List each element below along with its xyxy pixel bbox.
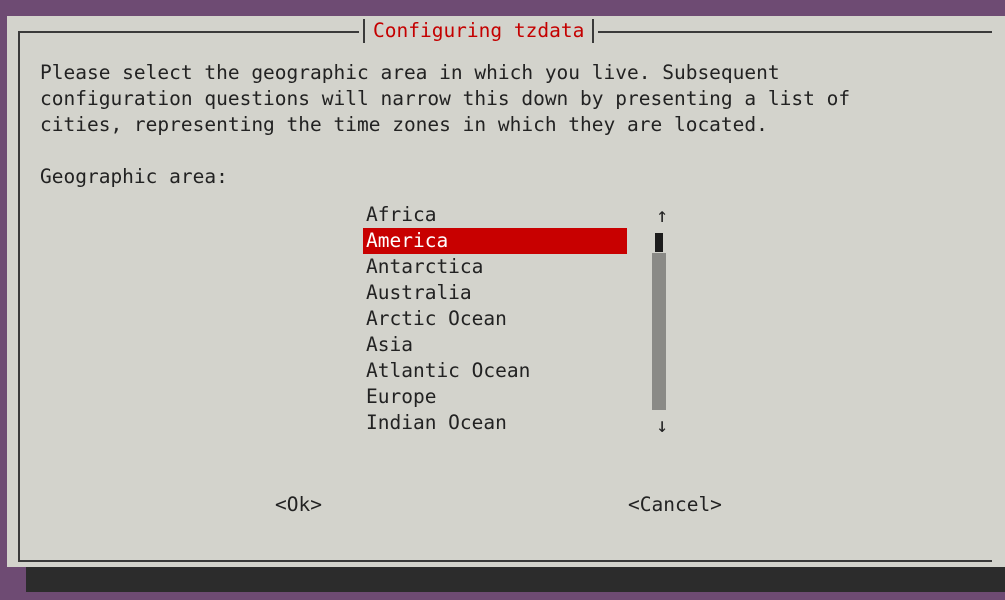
tzdata-dialog: Configuring tzdata Please select the geo… (7, 16, 1005, 567)
arrow-down-icon[interactable]: ↓ (652, 412, 672, 438)
terminal-screen: Configuring tzdata Please select the geo… (0, 0, 1005, 600)
geographic-area-list[interactable]: Africa America Antarctica Australia Arct… (363, 202, 627, 436)
list-item-arctic-ocean[interactable]: Arctic Ocean (363, 306, 627, 332)
list-item-asia[interactable]: Asia (363, 332, 627, 358)
list-item-antarctica[interactable]: Antarctica (363, 254, 627, 280)
dialog-title-bar: Configuring tzdata (359, 18, 599, 44)
scrollbar-thumb[interactable] (655, 233, 663, 252)
cancel-button[interactable]: <Cancel> (628, 492, 722, 518)
dialog-prompt: Please select the geographic area in whi… (40, 61, 851, 136)
list-item-america[interactable]: America (363, 228, 627, 254)
dialog-shadow (26, 567, 1005, 592)
list-item-atlantic-ocean[interactable]: Atlantic Ocean (363, 358, 627, 384)
ok-button[interactable]: <Ok> (275, 492, 322, 518)
list-item-australia[interactable]: Australia (363, 280, 627, 306)
list-item-indian-ocean[interactable]: Indian Ocean (363, 410, 627, 436)
title-right-tick (592, 19, 595, 43)
scrollbar-track[interactable] (652, 253, 666, 410)
dialog-title: Configuring tzdata (373, 19, 585, 42)
arrow-up-icon[interactable]: ↑ (652, 202, 672, 228)
list-item-africa[interactable]: Africa (363, 202, 627, 228)
list-item-europe[interactable]: Europe (363, 384, 627, 410)
geographic-area-label: Geographic area: (40, 165, 228, 188)
